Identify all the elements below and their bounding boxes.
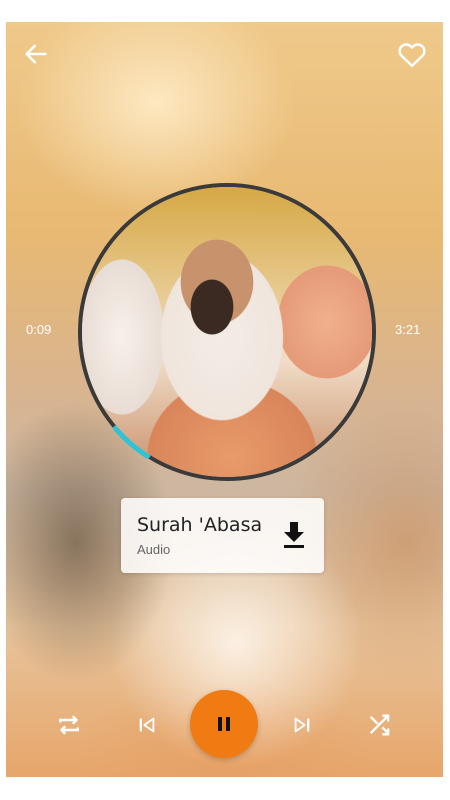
player-screen: 0:09 3:21 Surah 'Abasa Audio xyxy=(6,22,443,777)
play-pause-button[interactable] xyxy=(190,690,258,758)
repeat-icon xyxy=(59,715,79,735)
heart-outline-icon xyxy=(398,43,426,68)
repeat-button[interactable] xyxy=(54,710,84,740)
album-art xyxy=(82,187,372,477)
arrow-left-icon xyxy=(25,44,47,64)
download-button[interactable] xyxy=(281,520,307,550)
track-info-card: Surah 'Abasa Audio xyxy=(121,498,324,573)
total-time: 3:21 xyxy=(395,322,421,337)
back-button[interactable] xyxy=(18,36,54,72)
favorite-button[interactable] xyxy=(392,36,432,72)
previous-button[interactable] xyxy=(134,710,160,740)
shuffle-icon xyxy=(369,714,390,736)
skip-next-icon xyxy=(294,717,310,733)
playback-controls xyxy=(6,690,443,760)
pause-icon xyxy=(218,717,230,731)
track-title: Surah 'Abasa xyxy=(137,514,263,536)
shuffle-button[interactable] xyxy=(365,710,395,740)
skip-previous-icon xyxy=(139,717,155,733)
seek-ring[interactable] xyxy=(72,177,382,487)
track-subtitle: Audio xyxy=(137,542,171,557)
current-time: 0:09 xyxy=(26,322,52,337)
download-icon xyxy=(284,522,304,548)
next-button[interactable] xyxy=(289,710,315,740)
